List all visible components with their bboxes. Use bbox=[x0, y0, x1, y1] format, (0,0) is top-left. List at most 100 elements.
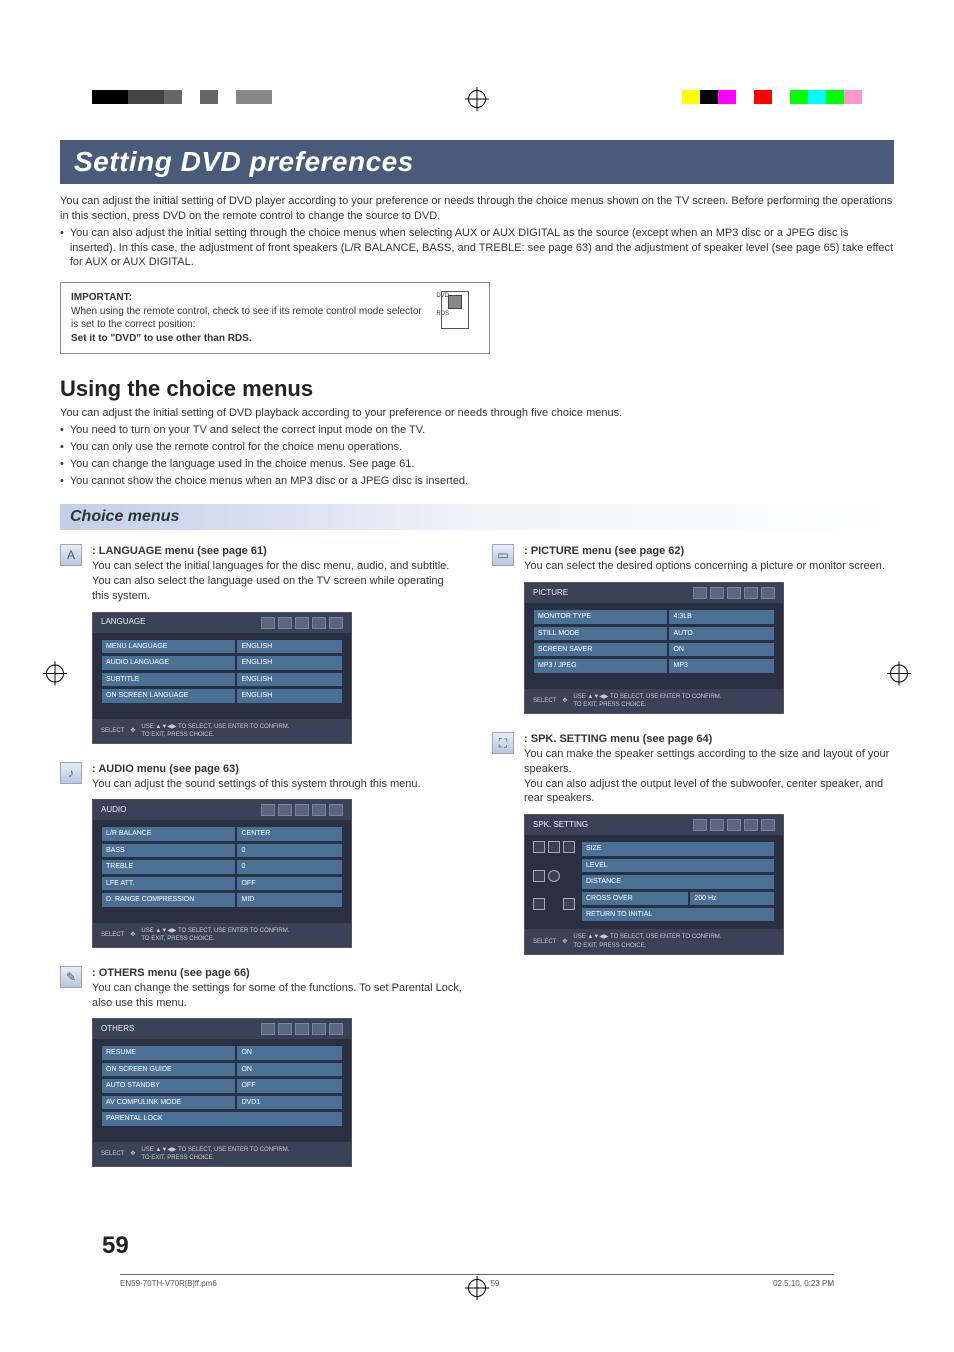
osd-spk-body: SIZELEVELDISTANCECROSS OVER200 HzRETURN … bbox=[525, 835, 783, 929]
osd-row: RESUMEON bbox=[101, 1045, 343, 1060]
bullet-dot-icon: • bbox=[60, 423, 64, 438]
registration-mark-top bbox=[468, 90, 486, 113]
spk-icon: ⛶ bbox=[492, 732, 514, 754]
osd-footer: SELECT ✥ USE ▲▼◀▶ TO SELECT, USE ENTER T… bbox=[93, 719, 351, 743]
osd-row: DISTANCE bbox=[581, 874, 775, 889]
osd-select-label: SELECT bbox=[533, 938, 556, 946]
osd-row: ON SCREEN GUIDEON bbox=[101, 1062, 343, 1077]
intro-bullet-text: You can also adjust the initial setting … bbox=[70, 226, 894, 271]
osd-row-key: MONITOR TYPE bbox=[533, 609, 668, 624]
colon: : bbox=[524, 545, 531, 557]
left-column: A : LANGUAGE menu (see page 61) You can … bbox=[60, 544, 462, 1184]
picture-body: You can select the desired options conce… bbox=[524, 559, 894, 574]
osd-row-value: 0 bbox=[236, 859, 343, 874]
osd-row-value: CENTER bbox=[236, 826, 343, 841]
menu-others: ✎ : OTHERS menu (see page 66) You can ch… bbox=[60, 966, 462, 1167]
colon: : bbox=[92, 967, 99, 979]
osd-audio-table: L/R BALANCECENTERBASS0TREBLE0LFE ATT.OFF… bbox=[93, 820, 351, 922]
osd-tabs-icon bbox=[261, 804, 343, 816]
right-column: ▭ : PICTURE menu (see page 62) You can s… bbox=[492, 544, 894, 1184]
switch-knob-icon bbox=[448, 295, 462, 309]
osd-picture: PICTURE MONITOR TYPE4:3LBSTILL MODEAUTOS… bbox=[524, 582, 784, 714]
bullet-dot-icon: • bbox=[60, 474, 64, 489]
osd-row: SUBTITLEENGLISH bbox=[101, 672, 343, 687]
audio-icon: ♪ bbox=[60, 762, 82, 784]
osd-select-label: SELECT bbox=[101, 931, 124, 939]
osd-hint2: TO EXIT, PRESS CHOICE. bbox=[141, 1154, 343, 1162]
osd-row: MP3 / JPEGMP3 bbox=[533, 658, 775, 673]
using-lead: You can adjust the initial setting of DV… bbox=[60, 406, 894, 421]
osd-footer: SELECT ✥ USE ▲▼◀▶ TO SELECT, USE ENTER T… bbox=[93, 1142, 351, 1166]
osd-row-value: ENGLISH bbox=[236, 639, 343, 654]
using-bullet-text: You cannot show the choice menus when an… bbox=[70, 474, 468, 489]
osd-row: SCREEN SAVERON bbox=[533, 642, 775, 657]
osd-row-key: MP3 / JPEG bbox=[533, 658, 668, 673]
osd-row: SIZE bbox=[581, 841, 775, 856]
osd-tabs-icon bbox=[693, 819, 775, 831]
osd-row-value: ON bbox=[236, 1045, 343, 1060]
footer-file: EN59-70TH-V70R[B]ff.pm6 bbox=[120, 1279, 217, 1288]
osd-row-key: ON SCREEN LANGUAGE bbox=[101, 688, 236, 703]
using-bullet: • You cannot show the choice menus when a… bbox=[60, 474, 894, 489]
important-body: When using the remote control, check to … bbox=[71, 305, 425, 332]
osd-language: LANGUAGE MENU LANGUAGEENGLISHAUDIO LANGU… bbox=[92, 612, 352, 744]
osd-others-table: RESUMEON ON SCREEN GUIDEONAUTO STANDBYOFF… bbox=[93, 1039, 351, 1141]
nav-arrows-icon: ✥ bbox=[130, 931, 135, 939]
osd-row-key: PARENTAL LOCK bbox=[101, 1111, 343, 1126]
osd-row: LFE ATT.OFF bbox=[101, 876, 343, 891]
osd-row: ON SCREEN LANGUAGEENGLISH bbox=[101, 688, 343, 703]
using-bullets: •You need to turn on your TV and select … bbox=[60, 423, 894, 488]
osd-row-key: D. RANGE COMPRESSION bbox=[101, 892, 236, 907]
audio-body: You can adjust the sound settings of thi… bbox=[92, 777, 462, 792]
footer-date: 02.5.10, 0:23 PM bbox=[773, 1279, 834, 1288]
osd-row-value: 200 Hz bbox=[689, 891, 775, 906]
osd-row: PARENTAL LOCK bbox=[101, 1111, 343, 1126]
osd-hint2: TO EXIT, PRESS CHOICE. bbox=[141, 935, 343, 943]
language-body: You can select the initial languages for… bbox=[92, 559, 462, 604]
intro-bullet: • You can also adjust the initial settin… bbox=[60, 226, 894, 271]
osd-row-key: SCREEN SAVER bbox=[533, 642, 668, 657]
osd-row-key: RESUME bbox=[101, 1045, 236, 1060]
osd-row: LEVEL bbox=[581, 858, 775, 873]
language-heading: LANGUAGE menu (see page 61) bbox=[99, 545, 267, 557]
nav-arrows-icon: ✥ bbox=[130, 1150, 135, 1158]
osd-picture-table: MONITOR TYPE4:3LBSTILL MODEAUTOSCREEN SA… bbox=[525, 603, 783, 689]
osd-row-value: OFF bbox=[236, 876, 343, 891]
osd-row: MONITOR TYPE4:3LB bbox=[533, 609, 775, 624]
bullet-dot-icon: • bbox=[60, 457, 64, 472]
menu-spk: ⛶ : SPK. SETTING menu (see page 64) You … bbox=[492, 732, 894, 955]
osd-row-key: AUDIO LANGUAGE bbox=[101, 655, 236, 670]
osd-row-value: OFF bbox=[236, 1078, 343, 1093]
registration-mark-left bbox=[46, 665, 64, 688]
osd-spk: SPK. SETTING SIZELEVELDISTANCECROSS OVER… bbox=[524, 814, 784, 954]
page-root: Setting DVD preferences You can adjust t… bbox=[0, 0, 954, 1352]
osd-audio-title: AUDIO bbox=[101, 805, 126, 816]
audio-heading: AUDIO menu (see page 63) bbox=[98, 763, 239, 775]
color-bar-right bbox=[682, 90, 862, 104]
important-bold: Set it to "DVD" to use other than RDS. bbox=[71, 332, 425, 346]
picture-heading: PICTURE menu (see page 62) bbox=[531, 545, 684, 557]
osd-row-key: SIZE bbox=[581, 841, 775, 856]
page-title: Setting DVD preferences bbox=[60, 140, 894, 184]
using-bullet-text: You can only use the remote control for … bbox=[70, 440, 402, 455]
important-text: IMPORTANT: When using the remote control… bbox=[71, 291, 425, 345]
switch-body-icon bbox=[441, 291, 469, 329]
osd-hint2: TO EXIT, PRESS CHOICE. bbox=[141, 731, 343, 739]
osd-hint1: USE ▲▼◀▶ TO SELECT, USE ENTER TO CONFIRM… bbox=[141, 723, 343, 731]
columns: A : LANGUAGE menu (see page 61) You can … bbox=[60, 544, 894, 1184]
color-bar-left bbox=[92, 90, 272, 104]
osd-row-key: BASS bbox=[101, 843, 236, 858]
colon: : bbox=[524, 733, 531, 745]
osd-row-key: RETURN TO INITIAL bbox=[581, 907, 775, 922]
osd-footer: SELECT ✥ USE ▲▼◀▶ TO SELECT, USE ENTER T… bbox=[525, 929, 783, 953]
osd-hint1: USE ▲▼◀▶ TO SELECT, USE ENTER TO CONFIRM… bbox=[141, 927, 343, 935]
osd-row-key: AV COMPULINK MODE bbox=[101, 1095, 236, 1110]
spk-heading: SPK. SETTING menu (see page 64) bbox=[531, 733, 713, 745]
footer-page: 59 bbox=[490, 1279, 499, 1288]
osd-spk-title: SPK. SETTING bbox=[533, 820, 588, 831]
osd-row-key: AUTO STANDBY bbox=[101, 1078, 236, 1093]
osd-footer: SELECT ✥ USE ▲▼◀▶ TO SELECT, USE ENTER T… bbox=[93, 923, 351, 947]
osd-picture-title: PICTURE bbox=[533, 588, 568, 599]
registration-mark-right bbox=[890, 665, 908, 688]
osd-row-key: L/R BALANCE bbox=[101, 826, 236, 841]
